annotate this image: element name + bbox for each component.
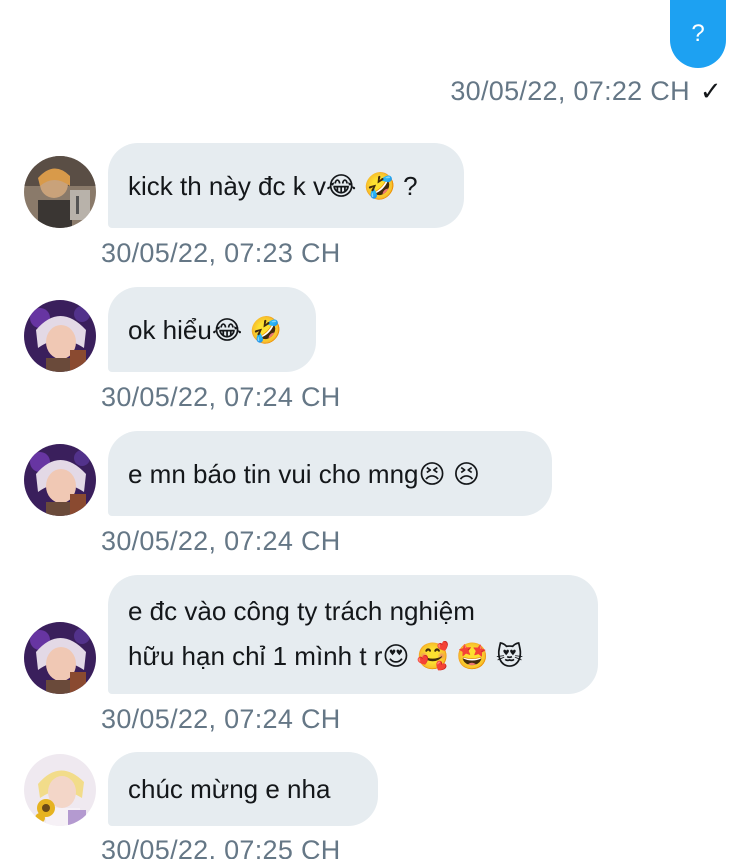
message-timestamp: 30/05/22, 07:24 CH: [101, 382, 341, 412]
message-timestamp: 30/05/22, 07:25 CH: [101, 835, 341, 859]
message-text: ok hiểu😂 🤣: [128, 314, 282, 345]
message-timestamp: 30/05/22, 07:24 CH: [101, 704, 341, 734]
sent-check-icon: ✓: [699, 76, 722, 106]
message-bubble[interactable]: e đc vào công ty trách nghiệm hữu hạn ch…: [108, 575, 598, 694]
avatar-user-a[interactable]: [24, 156, 96, 228]
avatar-user-c[interactable]: [24, 754, 96, 826]
message-text-line: hữu hạn chỉ 1 mình t r😍 🥰 🤩 😻: [128, 641, 524, 671]
message-bubble[interactable]: e mn báo tin vui cho mng😣 😣: [108, 431, 552, 516]
message-bubble[interactable]: kick th này đc k v😂 🤣 ?: [108, 143, 464, 228]
outgoing-time-text: 30/05/22, 07:22 CH: [450, 76, 690, 106]
avatar-user-b[interactable]: [24, 300, 96, 372]
message-text-line: e đc vào công ty trách nghiệm: [128, 596, 475, 626]
message-text: chúc mừng e nha: [128, 774, 331, 804]
message-timestamp: 30/05/22, 07:23 CH: [101, 238, 341, 268]
message-bubble[interactable]: chúc mừng e nha: [108, 752, 378, 826]
outgoing-message-bubble[interactable]: ?: [670, 0, 726, 68]
avatar-user-b[interactable]: [24, 444, 96, 516]
dm-conversation: ? 30/05/22, 07:22 CH ✓ kick th này đc k …: [0, 0, 750, 859]
message-bubble[interactable]: ok hiểu😂 🤣: [108, 287, 316, 372]
message-text: e mn báo tin vui cho mng😣 😣: [128, 458, 480, 489]
message-text: e đc vào công ty trách nghiệm hữu hạn ch…: [128, 593, 523, 674]
message-timestamp: 30/05/22, 07:24 CH: [101, 526, 341, 556]
message-text: kick th này đc k v😂 🤣 ?: [128, 170, 418, 201]
avatar-user-b[interactable]: [24, 622, 96, 694]
outgoing-message-text: ?: [691, 20, 705, 47]
outgoing-message-timestamp: 30/05/22, 07:22 CH ✓: [450, 76, 722, 107]
